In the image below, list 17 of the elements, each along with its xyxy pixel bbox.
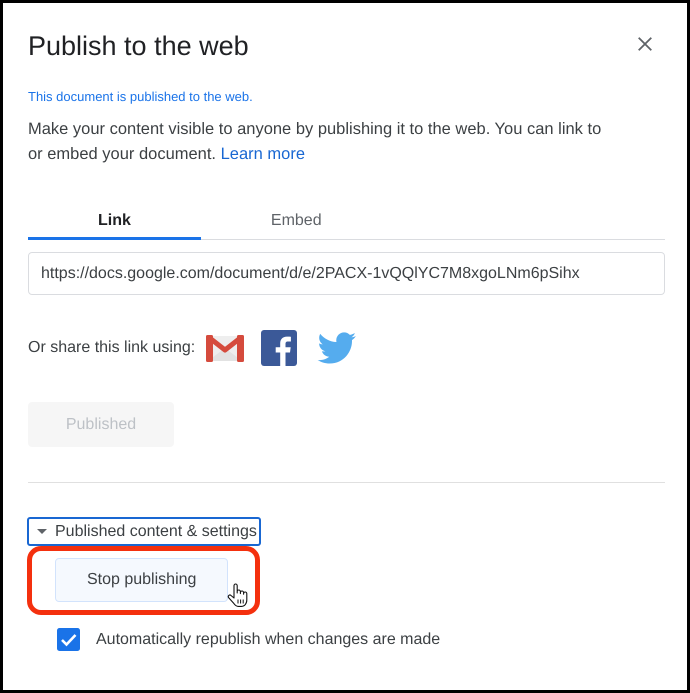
settings-expander[interactable]: Published content & settings [27, 517, 261, 546]
stop-publishing-button[interactable]: Stop publishing [55, 558, 228, 602]
tab[interactable]: Embed [200, 200, 392, 240]
description-text: Make your content visible to anyone by publishing it to the web. You can link to or embed your document. Learn more [28, 119, 602, 165]
learn-more-link[interactable]: Learn more [220, 145, 306, 163]
facebook-icon[interactable] [261, 330, 298, 366]
twitter-icon[interactable] [316, 332, 356, 364]
published-status-text: This document is published to the web. [28, 88, 253, 106]
auto-republish-label: Automatically republish when changes are made [96, 630, 440, 650]
close-icon[interactable] [638, 37, 652, 51]
checkbox[interactable] [57, 628, 80, 651]
link-url-field[interactable]: https://docs.google.com/document/d/e/2PACX-1vQQlYC7M8xgoLNm6pSihx [28, 252, 665, 295]
share-label: Or share this link using: [28, 338, 196, 358]
dialog-title: Publish to the web [28, 30, 249, 62]
gmail-icon[interactable] [206, 334, 244, 362]
tab[interactable]: Link [28, 200, 201, 240]
hand-cursor-icon [227, 583, 249, 607]
